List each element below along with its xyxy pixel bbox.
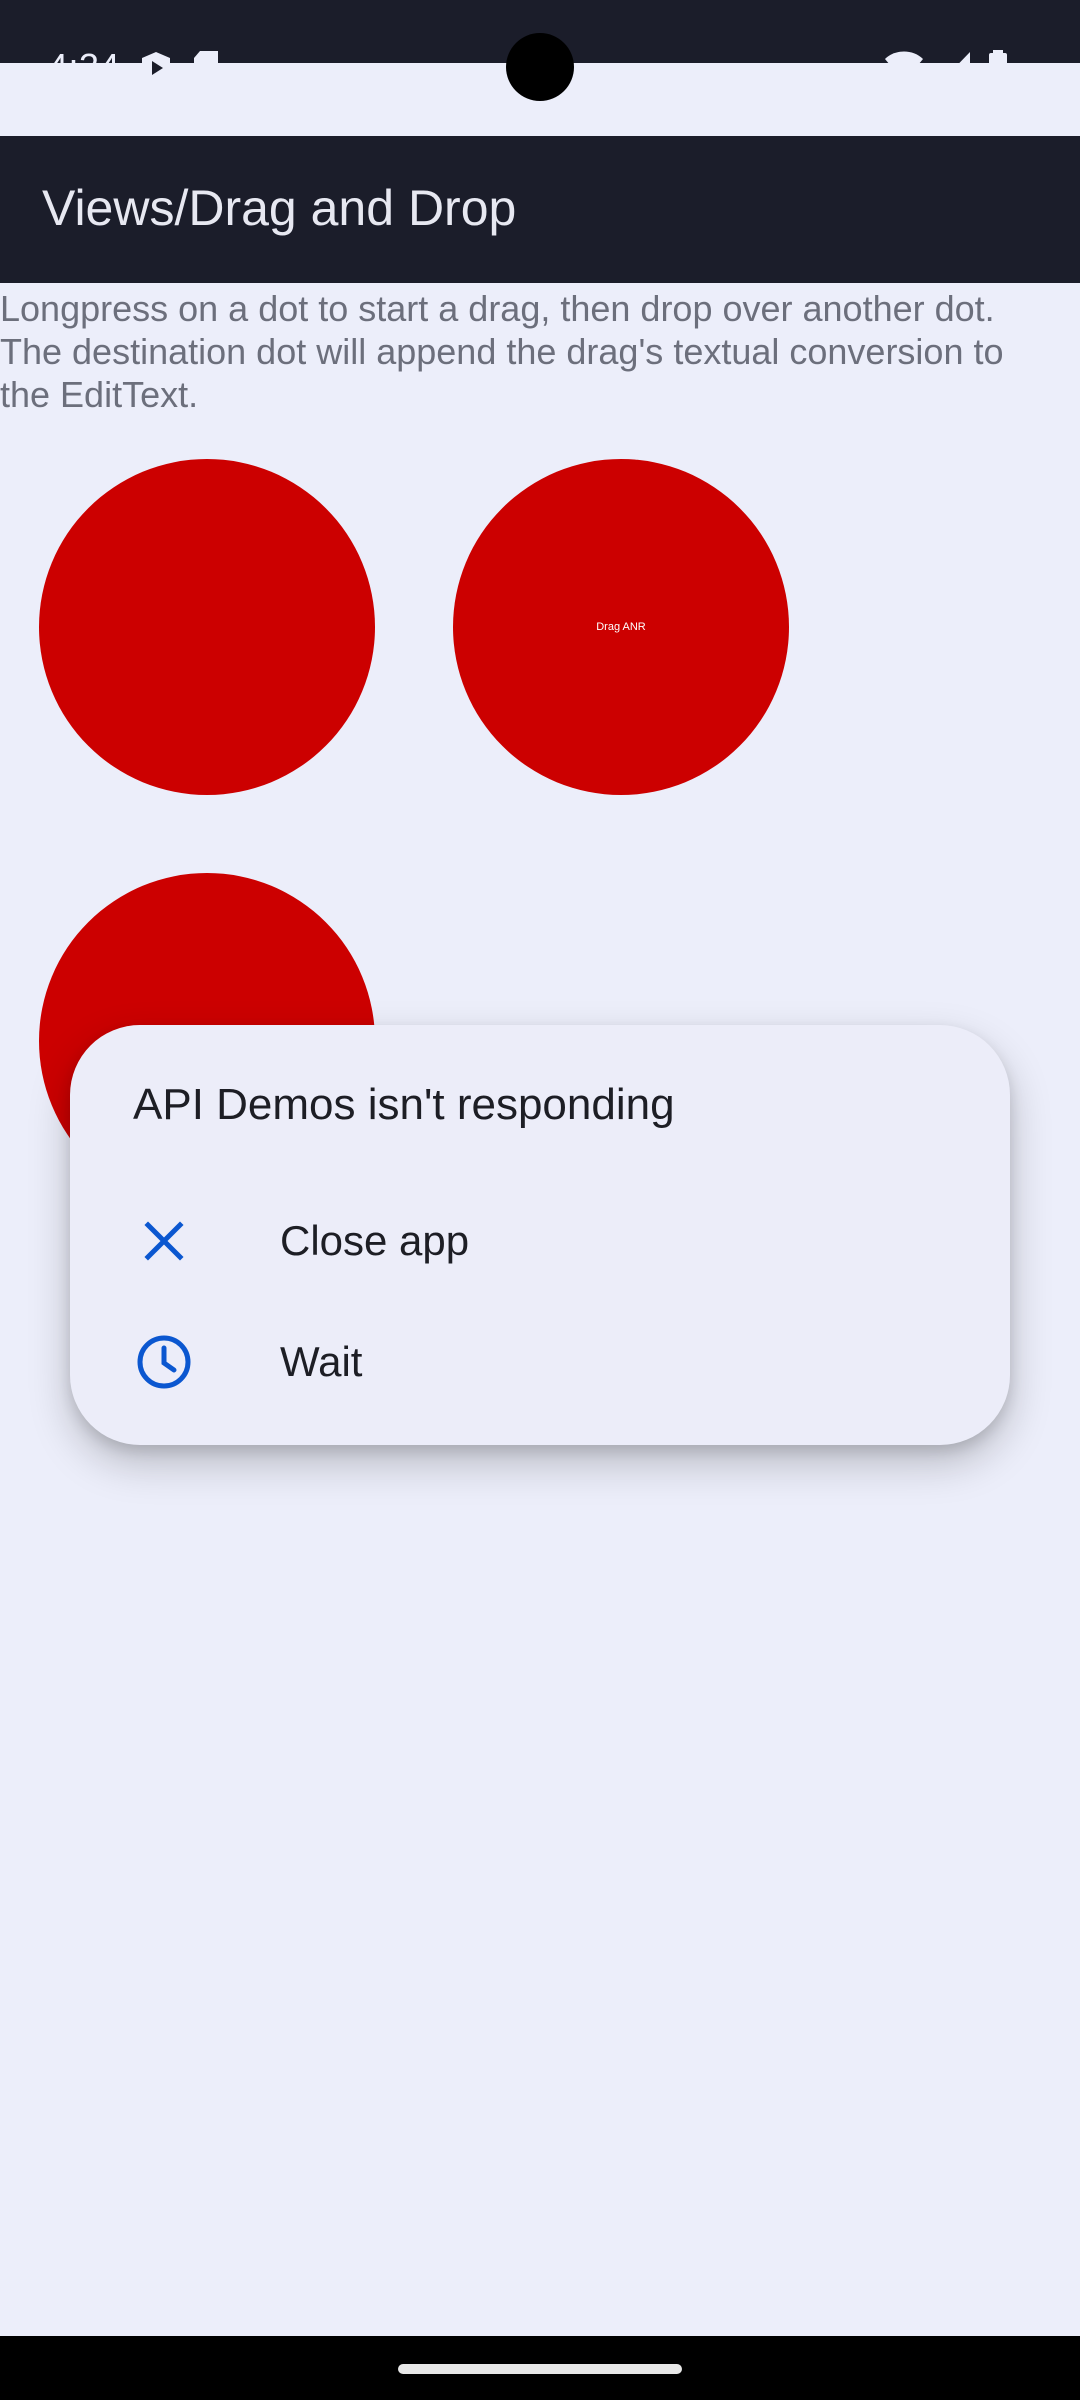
play-protect-icon <box>142 52 170 84</box>
close-app-button[interactable]: Close app <box>70 1186 1010 1296</box>
status-icons-left <box>140 50 220 86</box>
drag-dot-2[interactable]: Drag ANR <box>453 459 789 795</box>
home-gesture-handle[interactable] <box>398 2364 682 2374</box>
close-icon <box>144 1221 184 1261</box>
wait-button[interactable]: Wait <box>70 1307 1010 1417</box>
dot-label-drag-anr: Drag ANR <box>596 621 646 633</box>
wifi-icon <box>885 51 923 82</box>
camera-cutout <box>506 33 574 101</box>
drag-dot-1[interactable] <box>39 459 375 795</box>
close-app-label: Close app <box>280 1217 470 1264</box>
status-time: 4:34 <box>48 46 121 87</box>
sd-card-icon <box>194 51 218 83</box>
wait-label: Wait <box>280 1338 363 1385</box>
clock-icon <box>137 1335 191 1389</box>
status-icons-right <box>884 50 1008 84</box>
dialog-title: API Demos isn't responding <box>133 1080 675 1129</box>
battery-icon <box>989 50 1007 83</box>
signal-icon <box>941 52 970 82</box>
page-title: Views/Drag and Drop <box>42 180 517 236</box>
instructions-text: Longpress on a dot to start a drag, then… <box>0 288 1004 415</box>
